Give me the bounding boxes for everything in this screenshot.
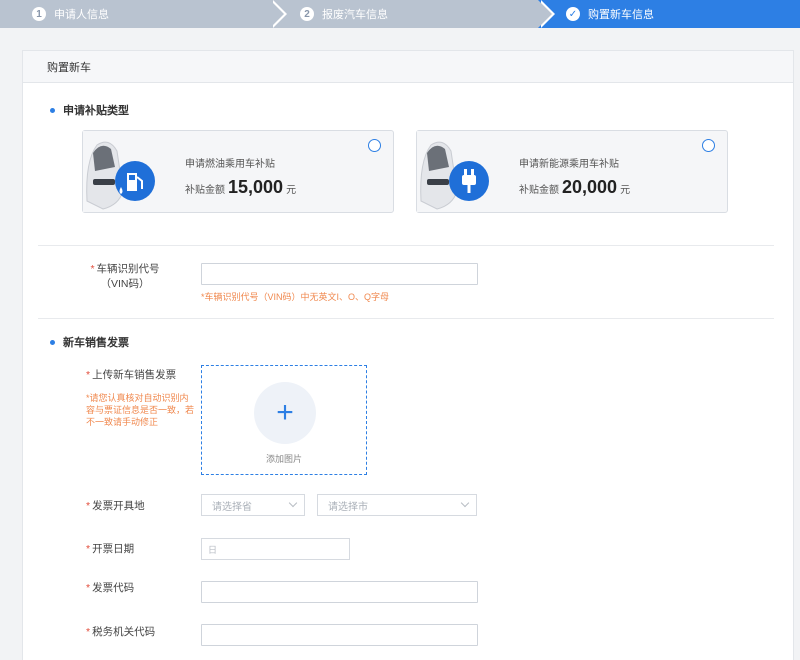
upload-invoice-dropzone[interactable]: + 添加图片 xyxy=(201,365,367,475)
radio-fuel-subsidy[interactable] xyxy=(368,139,381,152)
add-image-label: 添加图片 xyxy=(265,454,302,464)
chevron-down-icon xyxy=(288,498,298,508)
invoice-date-label: * 开票日期 xyxy=(86,543,135,555)
step-number: 2 xyxy=(300,7,314,21)
check-icon: ✓ xyxy=(566,7,580,21)
subsidy-card-ev[interactable]: 申请新能源乘用车补贴 补贴金额 20,000 元 xyxy=(416,130,728,213)
province-select[interactable]: 请选择省 xyxy=(201,494,305,516)
plus-icon: + xyxy=(276,396,294,429)
tax-authority-label: * 税务机关代码 xyxy=(86,626,156,638)
tax-authority-input[interactable] xyxy=(201,624,478,646)
city-select[interactable]: 请选择市 xyxy=(317,494,477,516)
step-scrapped-vehicle-info: 2 报废汽车信息 xyxy=(270,0,555,28)
section-title: 新车销售发票 xyxy=(63,337,129,349)
add-image-button[interactable]: + xyxy=(254,382,316,444)
subsidy-card-fuel[interactable]: 申请燃油乘用车补贴 补贴金额 15,000 元 xyxy=(82,130,394,213)
vin-hint: *车辆识别代号（VIN码）中无英文I、O、Q字母 xyxy=(201,292,390,302)
divider xyxy=(38,318,774,319)
card-amount-row: 补贴金额 20,000 元 xyxy=(519,177,630,198)
step-label: 报废汽车信息 xyxy=(322,9,388,21)
section-subsidy-type: 申请补贴类型 xyxy=(50,102,129,118)
car-image xyxy=(417,131,497,212)
chevron-down-icon xyxy=(460,498,470,508)
panel-title: 购置新车 xyxy=(23,51,793,83)
step-new-car-info: ✓ 购置新车信息 xyxy=(538,0,800,28)
invoice-place-label: * 发票开具地 xyxy=(86,500,145,512)
upload-label: * 上传新车销售发票 xyxy=(86,369,177,381)
upload-hint: *请您认真核对自动识别内容与票证信息是否一致，若不一致请手动修正 xyxy=(86,393,195,427)
section-invoice: 新车销售发票 xyxy=(50,334,129,350)
section-dot xyxy=(50,107,55,113)
step-label: 购置新车信息 xyxy=(588,9,654,21)
divider xyxy=(38,245,774,246)
amount-value: 20,000 xyxy=(562,177,618,197)
amount-value: 15,000 xyxy=(228,177,284,197)
progress-steps: 1 申请人信息 2 报废汽车信息 ✓ 购置新车信息 xyxy=(0,0,800,28)
invoice-code-label: * 发票代码 xyxy=(86,582,135,594)
amount-unit: 元 xyxy=(620,185,631,196)
radio-ev-subsidy[interactable] xyxy=(702,139,715,152)
vin-input[interactable] xyxy=(201,263,478,285)
section-title: 申请补贴类型 xyxy=(63,105,129,117)
invoice-code-input[interactable] xyxy=(201,581,478,603)
card-title: 申请燃油乘用车补贴 xyxy=(185,159,275,170)
vin-label: * 车辆识别代号 （VIN码） xyxy=(90,263,160,290)
step-applicant-info: 1 申请人信息 xyxy=(0,0,287,28)
amount-label: 补贴金额 xyxy=(185,185,225,196)
amount-label: 补贴金额 xyxy=(519,185,559,196)
invoice-date-input[interactable]: 日 xyxy=(201,538,350,560)
amount-unit: 元 xyxy=(286,185,297,196)
car-image xyxy=(83,131,163,212)
step-number: 1 xyxy=(32,7,46,21)
step-label: 申请人信息 xyxy=(54,9,109,21)
card-amount-row: 补贴金额 15,000 元 xyxy=(185,177,296,198)
card-title: 申请新能源乘用车补贴 xyxy=(519,159,619,170)
section-dot xyxy=(50,339,55,345)
